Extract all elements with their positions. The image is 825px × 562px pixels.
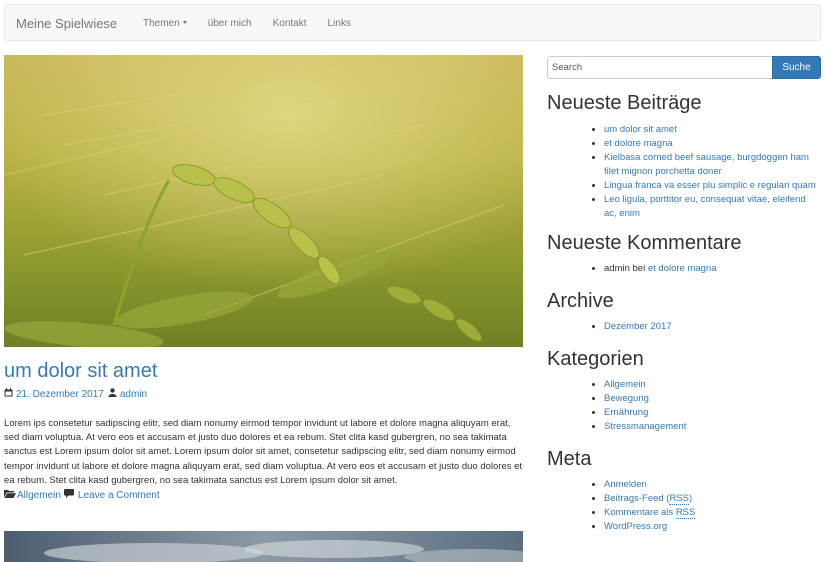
comment-connector: bei bbox=[632, 263, 646, 274]
widget-title-recent-comments: Neueste Kommentare bbox=[547, 232, 742, 254]
category-link[interactable]: Stressmanagement bbox=[604, 421, 686, 432]
widget-recent-comments: Neueste Kommentare admin bei et dolore m… bbox=[547, 232, 821, 276]
main-nav: Themen über mich Kontakt Links bbox=[143, 18, 372, 29]
comment-author: admin bbox=[604, 263, 630, 274]
list-item: et dolore magna bbox=[604, 137, 821, 151]
post-meta: 21. Dezember 2017 admin bbox=[4, 388, 523, 401]
recent-post-link[interactable]: Leo ligula, porttitor eu, consequat vita… bbox=[604, 194, 806, 219]
site-brand[interactable]: Meine Spielwiese bbox=[16, 16, 117, 31]
post-footer: Allgemein Leave a Comment bbox=[4, 489, 523, 502]
list-item: WordPress.org bbox=[604, 520, 821, 534]
recent-post-link[interactable]: um dolor sit amet bbox=[604, 124, 677, 135]
recent-post-link[interactable]: Lingua franca va esser plu simplic e reg… bbox=[604, 180, 816, 191]
navbar: Meine Spielwiese Themen über mich Kontak… bbox=[4, 4, 821, 41]
list-item: um dolor sit amet bbox=[604, 123, 821, 137]
list-item: Stressmanagement bbox=[604, 420, 821, 434]
wheat-field-image bbox=[4, 55, 523, 347]
calendar-icon bbox=[4, 388, 13, 401]
post-category-link[interactable]: Allgemein bbox=[17, 490, 61, 502]
search-button[interactable]: Suche bbox=[772, 56, 821, 79]
category-link[interactable]: Allgemein bbox=[604, 379, 646, 390]
post-excerpt: Lorem ips consetetur sadipscing elitr, s… bbox=[4, 418, 523, 486]
wordpress-link[interactable]: WordPress.org bbox=[604, 521, 667, 532]
folder-open-icon bbox=[4, 489, 16, 502]
widget-meta: Meta Anmelden Beitrags-Feed (RSS) Kommen… bbox=[547, 448, 821, 534]
search-input[interactable] bbox=[547, 56, 772, 79]
rss-abbr: RSS bbox=[669, 493, 690, 505]
comment-icon bbox=[63, 489, 74, 502]
user-icon bbox=[108, 388, 117, 401]
list-item: Leo ligula, porttitor eu, consequat vita… bbox=[604, 193, 821, 221]
list-item: Anmelden bbox=[604, 478, 821, 492]
entries-feed-link[interactable]: Beitrags-Feed (RSS) bbox=[604, 493, 692, 505]
post-title[interactable]: um dolor sit amet bbox=[4, 360, 523, 382]
list-item: Lingua franca va esser plu simplic e reg… bbox=[604, 179, 821, 193]
search-form: Suche bbox=[547, 56, 821, 79]
rss-abbr: RSS bbox=[675, 507, 696, 519]
widget-title-recent-posts: Neueste Beiträge bbox=[547, 92, 702, 114]
widget-categories: Kategorien Allgemein Bewegung Ernährung … bbox=[547, 348, 821, 434]
comments-feed-link[interactable]: Kommentare als RSS bbox=[604, 507, 696, 519]
archive-link[interactable]: Dezember 2017 bbox=[604, 321, 672, 332]
widget-title-meta: Meta bbox=[547, 448, 592, 470]
recent-post-link[interactable]: et dolore magna bbox=[604, 138, 673, 149]
nav-item-themen[interactable]: Themen bbox=[143, 18, 187, 29]
list-item: Beitrags-Feed (RSS) bbox=[604, 492, 821, 506]
post-featured-image[interactable] bbox=[4, 55, 523, 347]
post-author-link[interactable]: admin bbox=[120, 389, 147, 401]
nav-item-ueber-mich[interactable]: über mich bbox=[208, 18, 252, 29]
login-link[interactable]: Anmelden bbox=[604, 479, 647, 490]
category-link[interactable]: Ernährung bbox=[604, 407, 648, 418]
widget-recent-posts: Neueste Beiträge um dolor sit amet et do… bbox=[547, 92, 821, 221]
caret-down-icon bbox=[182, 21, 187, 24]
next-post-image[interactable] bbox=[4, 531, 523, 562]
list-item: Kommentare als RSS bbox=[604, 506, 821, 520]
post-date-link[interactable]: 21. Dezember 2017 bbox=[16, 389, 104, 401]
nav-item-links[interactable]: Links bbox=[328, 18, 351, 29]
sidebar: Suche Neueste Beiträge um dolor sit amet… bbox=[547, 56, 821, 534]
sky-image bbox=[4, 531, 523, 562]
list-item: Ernährung bbox=[604, 406, 821, 420]
list-item: Dezember 2017 bbox=[604, 320, 821, 334]
list-item: Allgemein bbox=[604, 378, 821, 392]
list-item: admin bei et dolore magna bbox=[604, 262, 821, 276]
main-content: um dolor sit amet 21. Dezember 2017 admi… bbox=[4, 55, 523, 502]
list-item: Kielbasa corned beef sausage, burgdoggen… bbox=[604, 151, 821, 179]
comment-post-link[interactable]: et dolore magna bbox=[648, 263, 717, 274]
widget-archive: Archive Dezember 2017 bbox=[547, 290, 821, 334]
list-item: Bewegung bbox=[604, 392, 821, 406]
leave-comment-link[interactable]: Leave a Comment bbox=[78, 490, 160, 502]
recent-post-link[interactable]: Kielbasa corned beef sausage, burgdoggen… bbox=[604, 152, 809, 177]
category-link[interactable]: Bewegung bbox=[604, 393, 649, 404]
widget-title-archive: Archive bbox=[547, 290, 614, 312]
nav-item-kontakt[interactable]: Kontakt bbox=[273, 18, 307, 29]
widget-title-categories: Kategorien bbox=[547, 348, 644, 370]
